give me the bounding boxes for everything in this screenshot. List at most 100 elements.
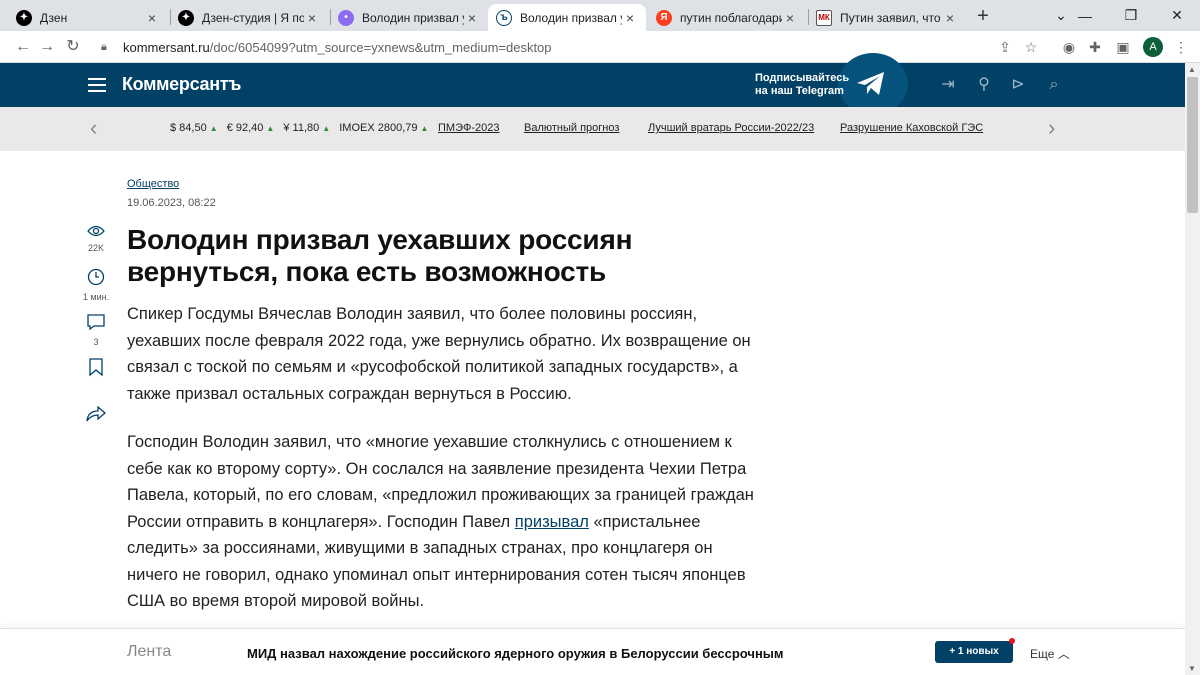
rate-imoex[interactable]: IMOEX 2800,79 [339, 122, 417, 134]
trend-link[interactable]: ПМЭФ-2023 [438, 122, 499, 134]
trend-up-icon: ▲ [266, 124, 275, 133]
telegram-promo-text: Подписывайтесь на наш Telegram [755, 72, 849, 98]
scroll-down-icon[interactable]: ▼ [1188, 664, 1196, 673]
bookmark-button[interactable] [80, 358, 112, 382]
clock-icon [87, 268, 105, 286]
radio-icon[interactable]: ⊳ [1008, 75, 1028, 95]
close-tab-icon[interactable]: × [782, 10, 798, 26]
tab-title: Дзен [40, 10, 68, 25]
scroll-up-icon[interactable]: ▲ [1188, 65, 1196, 74]
views-counter: 22K [80, 224, 112, 253]
telegram-promo[interactable]: Подписывайтесь на наш Telegram [740, 53, 910, 115]
extension-icon[interactable]: ◉ [1060, 38, 1078, 56]
url-host: kommersant.ru [123, 39, 210, 55]
chevron-right-icon[interactable]: › [1048, 117, 1055, 139]
new-items-button[interactable]: + 1 новых [935, 638, 1015, 663]
forward-icon[interactable]: → [38, 38, 56, 56]
new-tab-button[interactable]: + [972, 6, 994, 28]
share-button[interactable] [80, 405, 112, 427]
sidepanel-icon[interactable]: ▣ [1114, 38, 1132, 56]
close-tab-icon[interactable]: × [464, 10, 480, 26]
browser-tab[interactable]: • Володин призвал уе × [330, 4, 488, 31]
trend-up-icon: ▲ [322, 124, 331, 133]
telegram-line2: на наш Telegram [755, 85, 844, 97]
share-icon[interactable]: ⇪ [996, 38, 1014, 56]
minimize-icon[interactable]: — [1062, 0, 1108, 31]
page-scrollbar[interactable]: ▲ ▼ [1185, 63, 1200, 675]
browser-tab[interactable]: МК Путин заявил, что Сh × [808, 4, 966, 31]
url-bar[interactable]: 🔒︎ kommersant.ru/doc/6054099?utm_source=… [93, 35, 1045, 59]
menu-dots-icon[interactable]: ⋮ [1172, 38, 1190, 56]
reload-icon[interactable]: ↻ [64, 38, 82, 56]
close-tab-icon[interactable]: × [942, 10, 958, 26]
trend-up-icon: ▲ [209, 124, 218, 133]
comment-icon [87, 314, 105, 331]
trend-link[interactable]: Валютный прогноз [524, 122, 619, 134]
feed-label[interactable]: Лента [127, 643, 171, 661]
yandex-icon: Я [656, 9, 672, 26]
menu-burger-icon[interactable] [88, 78, 106, 92]
profile-avatar[interactable]: A [1143, 37, 1163, 57]
comments-counter[interactable]: 3 [80, 313, 112, 347]
bookmark-icon [89, 358, 103, 377]
read-time: 1 мин. [80, 268, 112, 302]
dzen-icon: ✦ [16, 9, 32, 26]
kommersant-icon: ъ [496, 9, 512, 26]
site-header: Коммерсантъ Подписывайтесь на наш Telegr… [0, 53, 1185, 115]
bookmark-star-icon[interactable]: ☆ [1022, 38, 1040, 56]
telegram-icon [857, 72, 884, 95]
location-icon[interactable]: ⚲ [974, 75, 994, 95]
read-time-label: 1 мин. [82, 292, 110, 302]
mk-icon: МК [816, 9, 832, 26]
browser-tab[interactable]: ✦ Дзен × [8, 4, 168, 31]
address-toolbar: ← → ↻ 🔒︎ kommersant.ru/doc/6054099?utm_s… [0, 31, 1200, 63]
url-path: /doc/6054099?utm_source=yxnews&utm_mediu… [209, 39, 552, 55]
search-icon[interactable]: ⌕ [1044, 75, 1064, 95]
puzzle-icon[interactable]: ✚ [1086, 38, 1104, 56]
article-paragraph: Спикер Госдумы Вячеслав Володин заявил, … [127, 305, 751, 403]
browser-tab[interactable]: Я путин поблагодарил × [648, 4, 806, 31]
tab-title: путин поблагодарил [680, 10, 782, 25]
chevron-up-icon: ︿ [1057, 647, 1070, 661]
trending-strip: ‹ $ 84,50 ▲ € 92,40 ▲ ¥ 11,80 ▲ IMOEX 2800,… [0, 107, 1185, 151]
scroll-thumb[interactable] [1187, 77, 1198, 213]
rate-eur[interactable]: € 92,40 [227, 122, 264, 134]
restore-icon[interactable]: ❐ [1108, 0, 1154, 31]
site-logo[interactable]: Коммерсантъ [122, 74, 241, 95]
close-window-icon[interactable]: ✕ [1154, 0, 1200, 31]
close-tab-icon[interactable]: × [144, 10, 160, 26]
article-rubric[interactable]: Общество [127, 178, 179, 190]
browser-tab-bar: ✦ Дзен × ✦ Дзен-студия | Я подо × • Воло… [0, 0, 1200, 31]
article-title: Володин призвал уехавших россиян вернуть… [127, 224, 633, 287]
eye-icon [87, 225, 105, 237]
rate-cny[interactable]: ¥ 11,80 [283, 122, 319, 134]
chevron-left-icon[interactable]: ‹ [90, 117, 97, 139]
dzen-icon: ✦ [178, 9, 194, 26]
more-label: Еще [1030, 647, 1055, 661]
tab-title: Володин призвал уе [362, 10, 464, 25]
share-arrow-icon [86, 405, 106, 422]
back-icon[interactable]: ← [14, 38, 32, 56]
currency-rates: $ 84,50 ▲ € 92,40 ▲ ¥ 11,80 ▲ IMOEX 2800,79… [170, 122, 434, 134]
close-tab-icon[interactable]: × [304, 10, 320, 26]
tab-title: Дзен-студия | Я подо [202, 10, 304, 25]
notification-dot [1009, 638, 1015, 644]
close-tab-icon[interactable]: × [622, 10, 638, 26]
trend-link[interactable]: Разрушение Каховской ГЭС [840, 122, 983, 134]
article-link[interactable]: призывал [515, 513, 589, 531]
views-count: 22K [87, 243, 104, 253]
trend-up-icon: ▲ [420, 124, 429, 133]
browser-tab[interactable]: ✦ Дзен-студия | Я подо × [170, 4, 328, 31]
login-icon[interactable]: ⇥ [938, 75, 958, 95]
lock-icon[interactable]: 🔒︎ [101, 41, 115, 54]
news-feed-bar: Лента МИД назвал нахождение российского … [0, 628, 1185, 675]
rate-usd[interactable]: $ 84,50 [170, 122, 207, 134]
tab-title: Володин призвал уе [520, 10, 622, 25]
chat-icon: • [338, 9, 354, 26]
comments-count: 3 [93, 337, 99, 347]
feed-headline[interactable]: МИД назвал нахождение российского ядерно… [247, 646, 784, 661]
more-button[interactable]: Еще ︿ [1030, 645, 1070, 662]
new-items-label: + 1 новых [949, 646, 999, 657]
trend-link[interactable]: Лучший вратарь России-2022/23 [648, 122, 814, 134]
browser-tab-active[interactable]: ъ Володин призвал уе × [488, 4, 646, 31]
